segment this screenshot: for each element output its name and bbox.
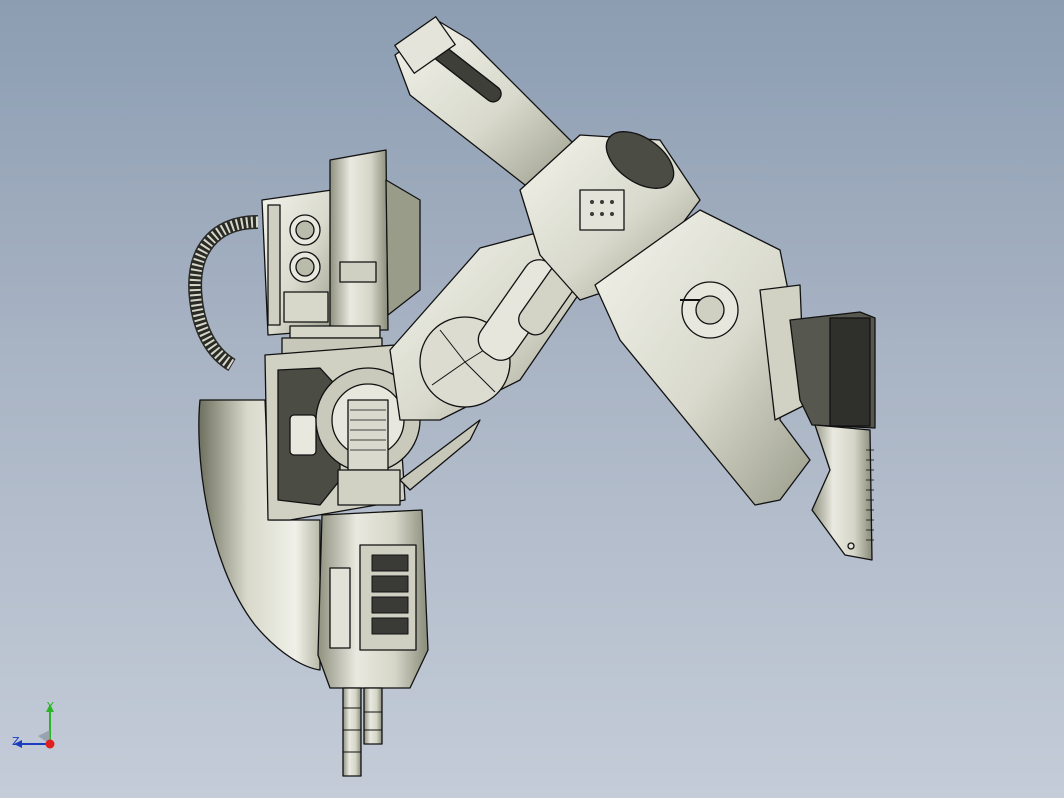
serrated-jaw	[811, 424, 873, 561]
axis-z-label: Z	[12, 735, 20, 748]
cad-viewport[interactable]: Y Z	[0, 0, 1064, 798]
coiled-hose	[188, 215, 259, 372]
axis-y-label: Y	[47, 700, 54, 713]
top-housing	[329, 149, 389, 331]
nozzle-main	[342, 687, 362, 777]
robot-arm-model[interactable]	[0, 0, 1064, 798]
